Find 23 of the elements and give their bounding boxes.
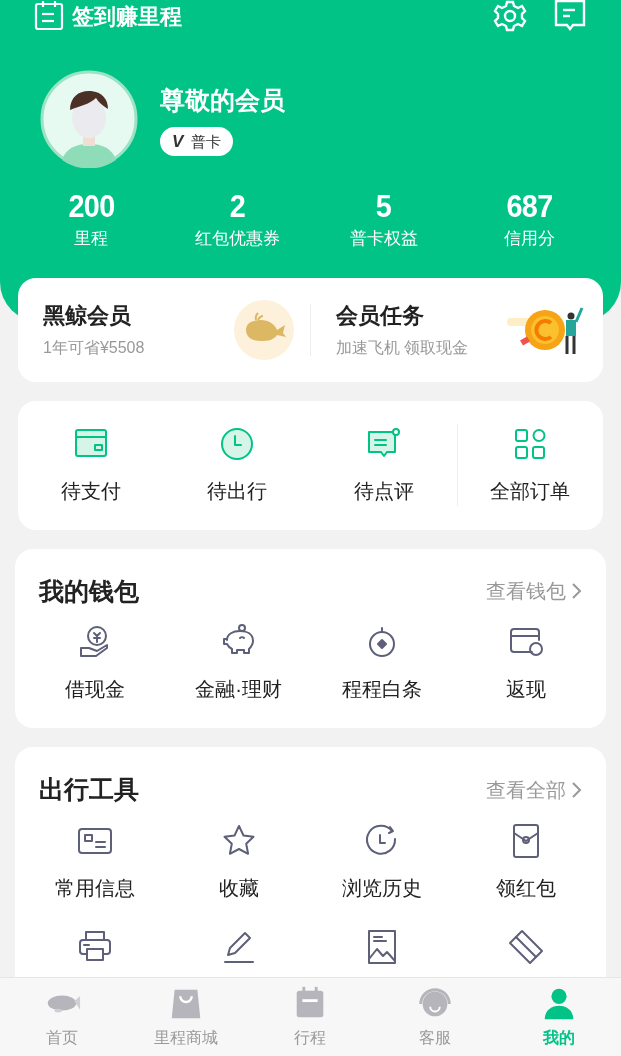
chevron-right-icon [570,779,582,800]
settings-icon[interactable] [493,0,527,33]
member-name: 尊敬的会员 [160,84,285,116]
shortcut-item[interactable]: 收藏 [166,820,311,903]
shortcut-item[interactable]: 金融·理财 [166,622,311,704]
shortcut-item[interactable]: 借现金 [23,622,167,704]
order-item[interactable]: 全部订单 [456,424,603,506]
shortcut-item[interactable]: 返现 [454,622,598,704]
shortcut-item[interactable]: 程程白条 [310,622,455,704]
level-mark: V [172,131,184,153]
message-icon[interactable] [553,0,587,33]
order-item[interactable]: 待出行 [164,424,311,506]
section-title: 我的钱包 [39,575,139,607]
promo-item[interactable]: 黑鲸会员 1年可省¥5508 [18,299,310,360]
promo-item[interactable]: 会员任务 加速飞机 领取现金 [311,299,603,360]
order-item[interactable]: 待支付 [18,424,165,506]
level-label: 普卡 [191,131,222,152]
shortcut-item[interactable]: 常用信息 [23,820,167,903]
order-item[interactable]: 待点评 [310,424,457,506]
section-title: 出行工具 [39,774,139,805]
calendar-icon [34,1,64,31]
shortcut-item[interactable]: 浏览历史 [310,820,455,903]
shortcut-item[interactable]: 领红包 [454,820,598,903]
